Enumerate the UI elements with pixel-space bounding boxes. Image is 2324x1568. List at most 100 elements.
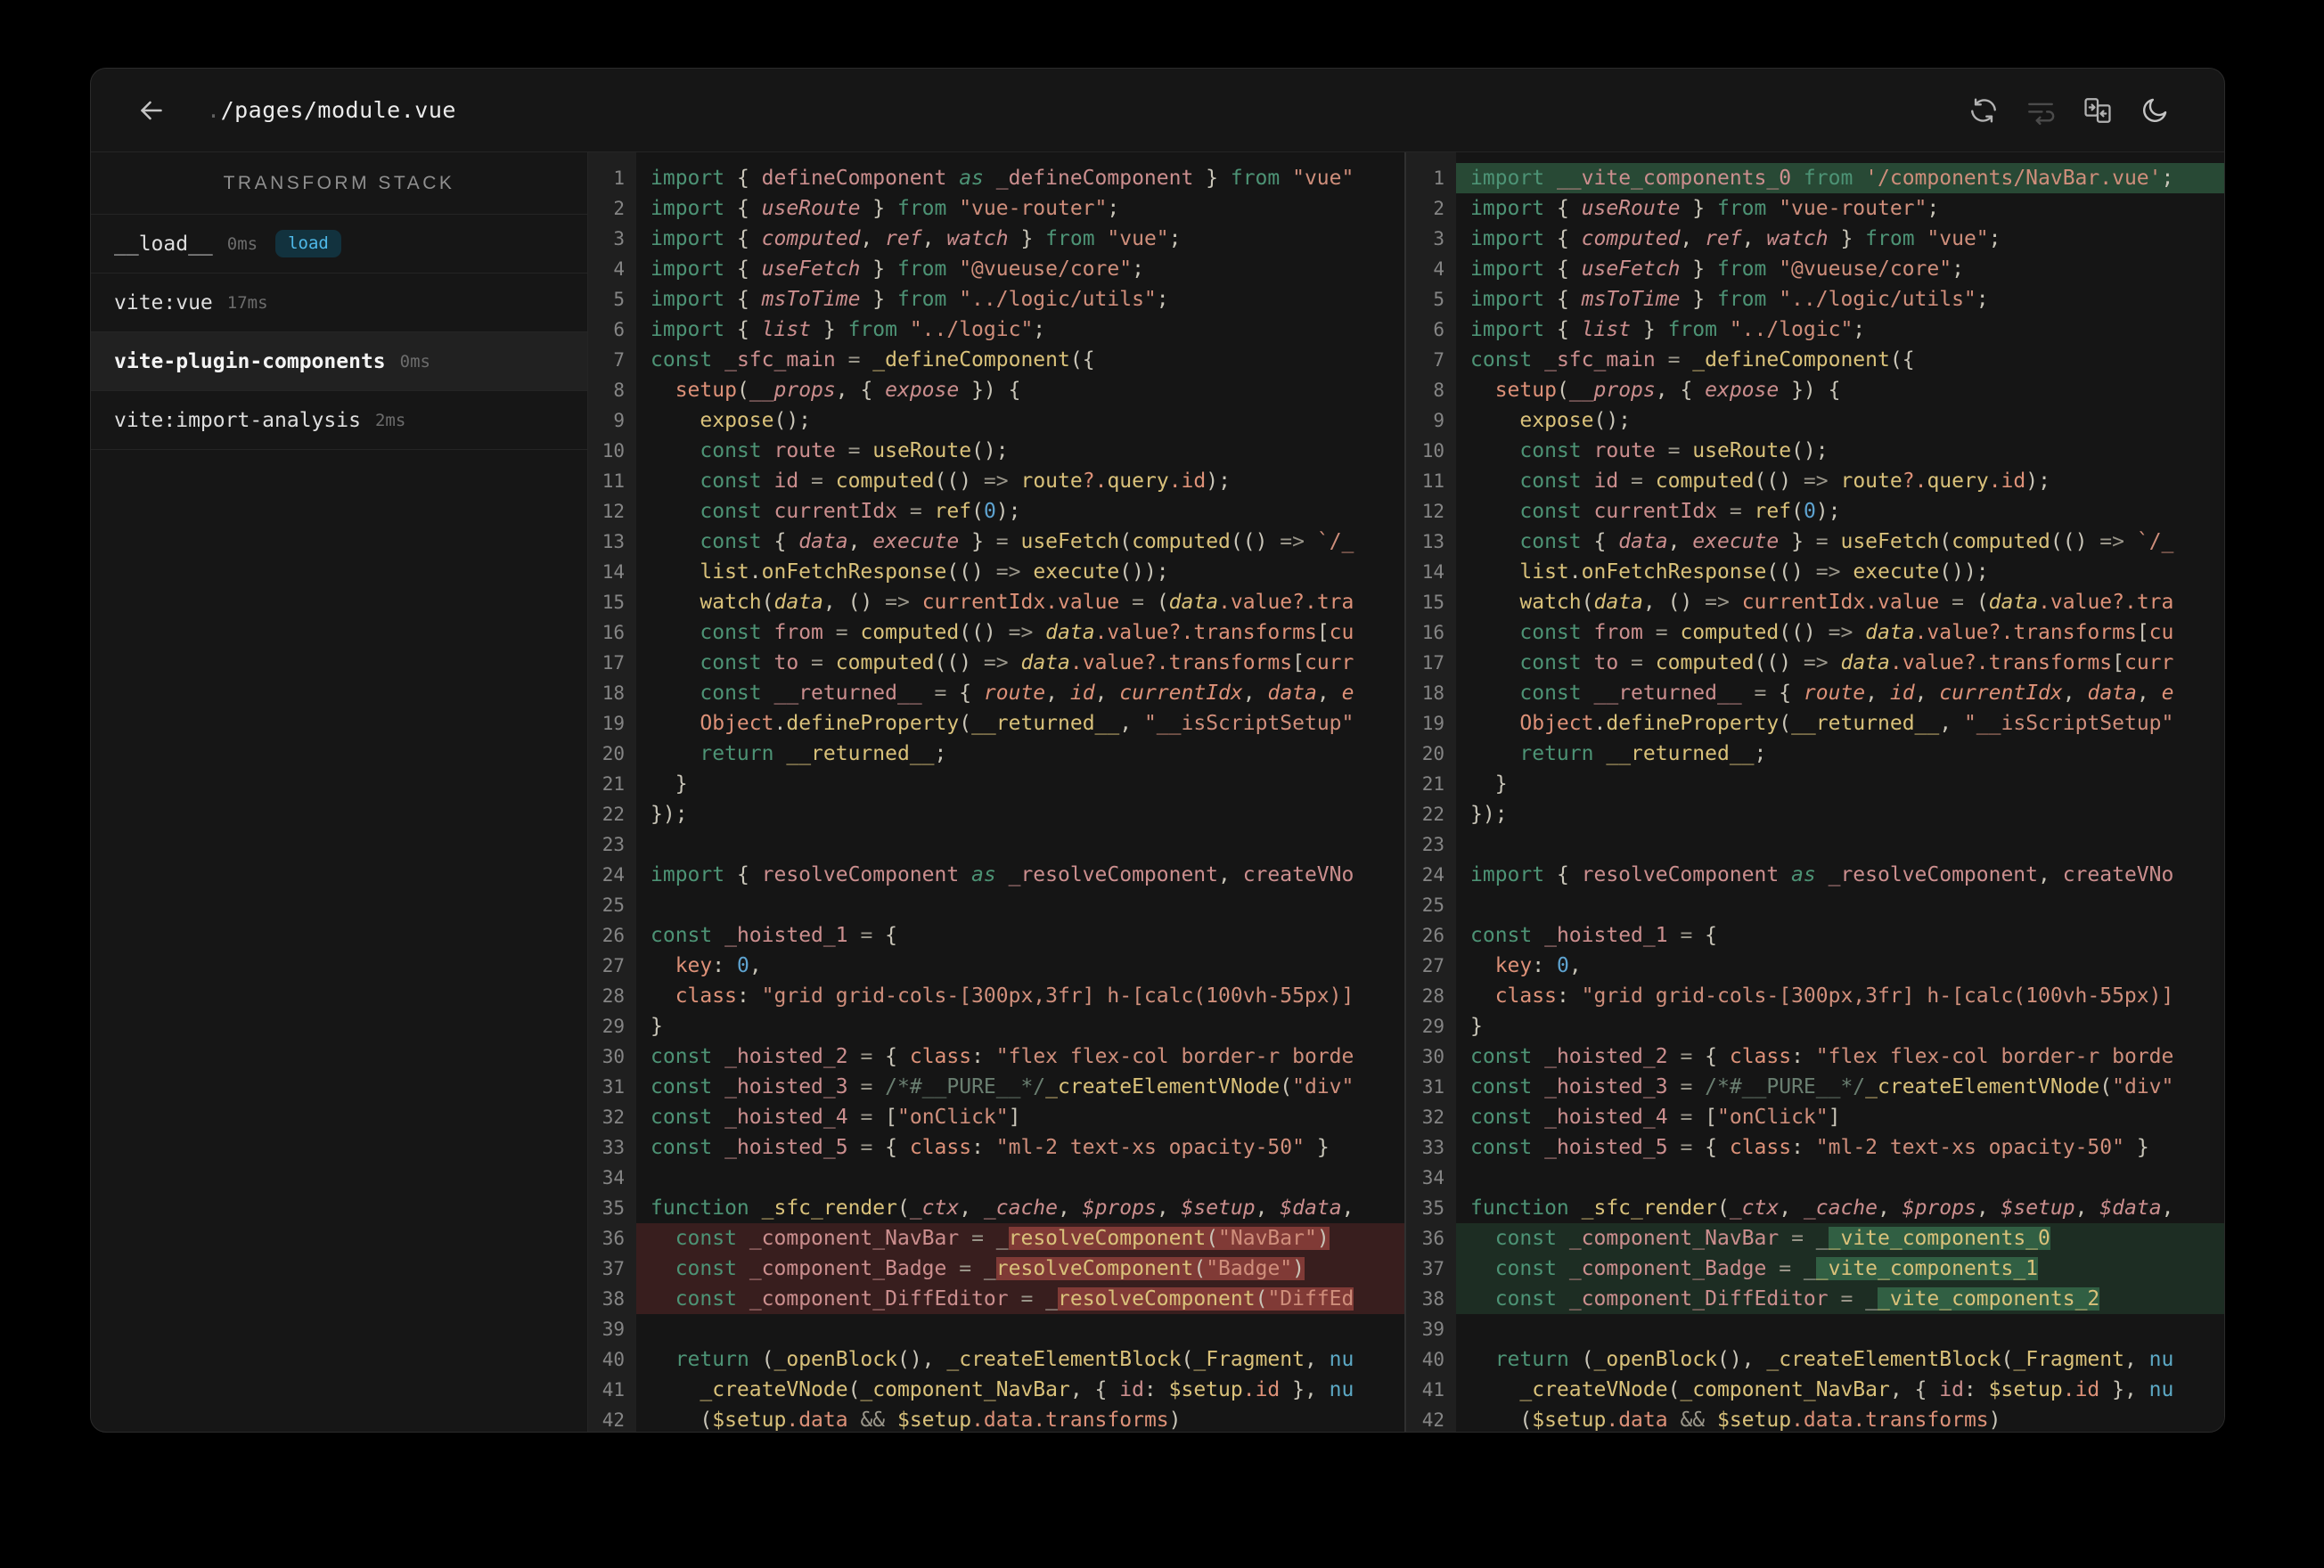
code-token: list: [761, 318, 812, 341]
code-token: class: [909, 1045, 972, 1068]
code-token: ]: [1828, 1106, 1841, 1129]
transform-stack-item--load-[interactable]: __load__ 0ms load: [91, 215, 587, 274]
code-token: const: [1470, 1075, 1533, 1098]
code-token: ;: [2161, 167, 2174, 190]
code-token: {: [1544, 227, 1582, 250]
code-after: import __vite_components_0 from '/compon…: [1456, 152, 2224, 1432]
code-token: (: [761, 591, 774, 614]
code-token: (: [1255, 1287, 1268, 1311]
code-token: =: [1655, 439, 1693, 462]
code-token: (: [2001, 1348, 2014, 1371]
line-wrap-button[interactable]: [2012, 86, 2069, 135]
line-number: 30: [601, 1046, 625, 1067]
code-token: .: [1593, 712, 1607, 735]
code-token: $setup: [1716, 1409, 1792, 1432]
code-token: =: [1939, 591, 1976, 614]
code-token: key: [1494, 954, 1533, 977]
side-by-side-button[interactable]: [2069, 86, 2126, 135]
code-token: $setup: [712, 1409, 787, 1432]
code-line: import { useFetch } from "@vueuse/core";: [1456, 254, 2224, 284]
code-token: ): [1168, 1409, 1182, 1432]
code-token: import: [651, 167, 725, 190]
code-token: const: [651, 1136, 713, 1159]
code-line: const _sfc_main = _defineComponent({: [1456, 345, 2224, 375]
line-number: 4: [613, 258, 625, 280]
code-token: defineComponent: [761, 167, 947, 190]
code-token: }) {: [1779, 379, 1841, 402]
code-token: id: [1119, 1378, 1144, 1401]
line-number: 39: [1421, 1319, 1444, 1340]
code-token: _createElementBlock: [1766, 1348, 2001, 1371]
refresh-button[interactable]: [1955, 86, 2012, 135]
transform-stack-item-vite-plugin-components[interactable]: vite-plugin-components 0ms: [91, 332, 587, 391]
code-token: const: [1470, 1136, 1533, 1159]
line-number: 5: [613, 289, 625, 310]
diff-after-panel: 1 2 3 4 5 6 7 8 9 10 11 12 13 14 15 16 17 18 19 20 21 22 23 24 2…: [1406, 152, 2224, 1432]
code-token: {: [1779, 682, 1804, 705]
code-token: data: [1168, 591, 1219, 614]
code-token: {: [724, 167, 762, 190]
code-line: function _sfc_render(_ctx, _cache, $prop…: [636, 1193, 1404, 1223]
code-token: "grid grid-cols-[300px,3fr] h-[calc(100v…: [1581, 984, 2174, 1008]
line-number: 34: [601, 1167, 625, 1188]
code-token: currentIdx.value: [1741, 591, 1940, 614]
code-token: ): [1316, 1227, 1330, 1250]
back-button[interactable]: [132, 91, 171, 130]
code-token: =>: [983, 470, 1009, 493]
line-number: 37: [601, 1258, 625, 1279]
code-token: ((): [2050, 530, 2100, 553]
code-line: const _hoisted_2 = { class: "flex flex-c…: [636, 1041, 1404, 1072]
code-token: route: [1593, 439, 1656, 462]
code-token: =>: [1803, 651, 1829, 674]
code-token: _component_NavBar: [749, 1227, 960, 1250]
code-token: e: [2161, 682, 2174, 705]
code-token: id: [1069, 682, 1095, 705]
code-token: useRoute: [1581, 197, 1681, 220]
code-token: import: [1470, 257, 1545, 281]
transform-stack-item-vite-import-analysis[interactable]: vite:import-analysis 2ms: [91, 391, 587, 450]
code-token: [: [885, 1106, 897, 1129]
dark-mode-button[interactable]: [2126, 86, 2183, 135]
code-token: execute: [1853, 560, 1940, 584]
code-token: 0: [983, 500, 996, 523]
code-token: resolveComponent: [995, 1257, 1194, 1280]
code-token: const: [651, 1106, 713, 1129]
code-token: class: [1729, 1136, 1792, 1159]
code-token: :: [1791, 1136, 1816, 1159]
code-token: _: [1045, 1287, 1059, 1311]
code-line: import { msToTime } from "../logic/utils…: [636, 284, 1404, 314]
line-number: 4: [1433, 258, 1444, 280]
code-token: ,: [2074, 1196, 2100, 1220]
plugin-time: 17ms: [226, 292, 268, 313]
code-token: {: [724, 227, 762, 250]
code-token: $setup: [1181, 1196, 1256, 1220]
code-token: route: [1803, 682, 1866, 705]
code-before: import { defineComponent as _defineCompo…: [636, 152, 1404, 1432]
line-number: 13: [1421, 531, 1444, 552]
line-number: 35: [1421, 1197, 1444, 1219]
code-token: }: [2124, 1136, 2149, 1159]
code-token: =: [1667, 924, 1706, 947]
transform-stack-item-vite-vue[interactable]: vite:vue 17ms: [91, 274, 587, 332]
code-token: useFetch: [1581, 257, 1681, 281]
code-token: :: [1791, 1045, 1816, 1068]
code-token: {: [761, 530, 799, 553]
code-token: import: [1470, 197, 1545, 220]
code-token: data: [1593, 591, 1643, 614]
code-token: {: [1544, 288, 1582, 311]
code-token: ref: [1705, 227, 1742, 250]
code-token: =>: [1803, 470, 1829, 493]
code-token: from: [773, 621, 823, 644]
